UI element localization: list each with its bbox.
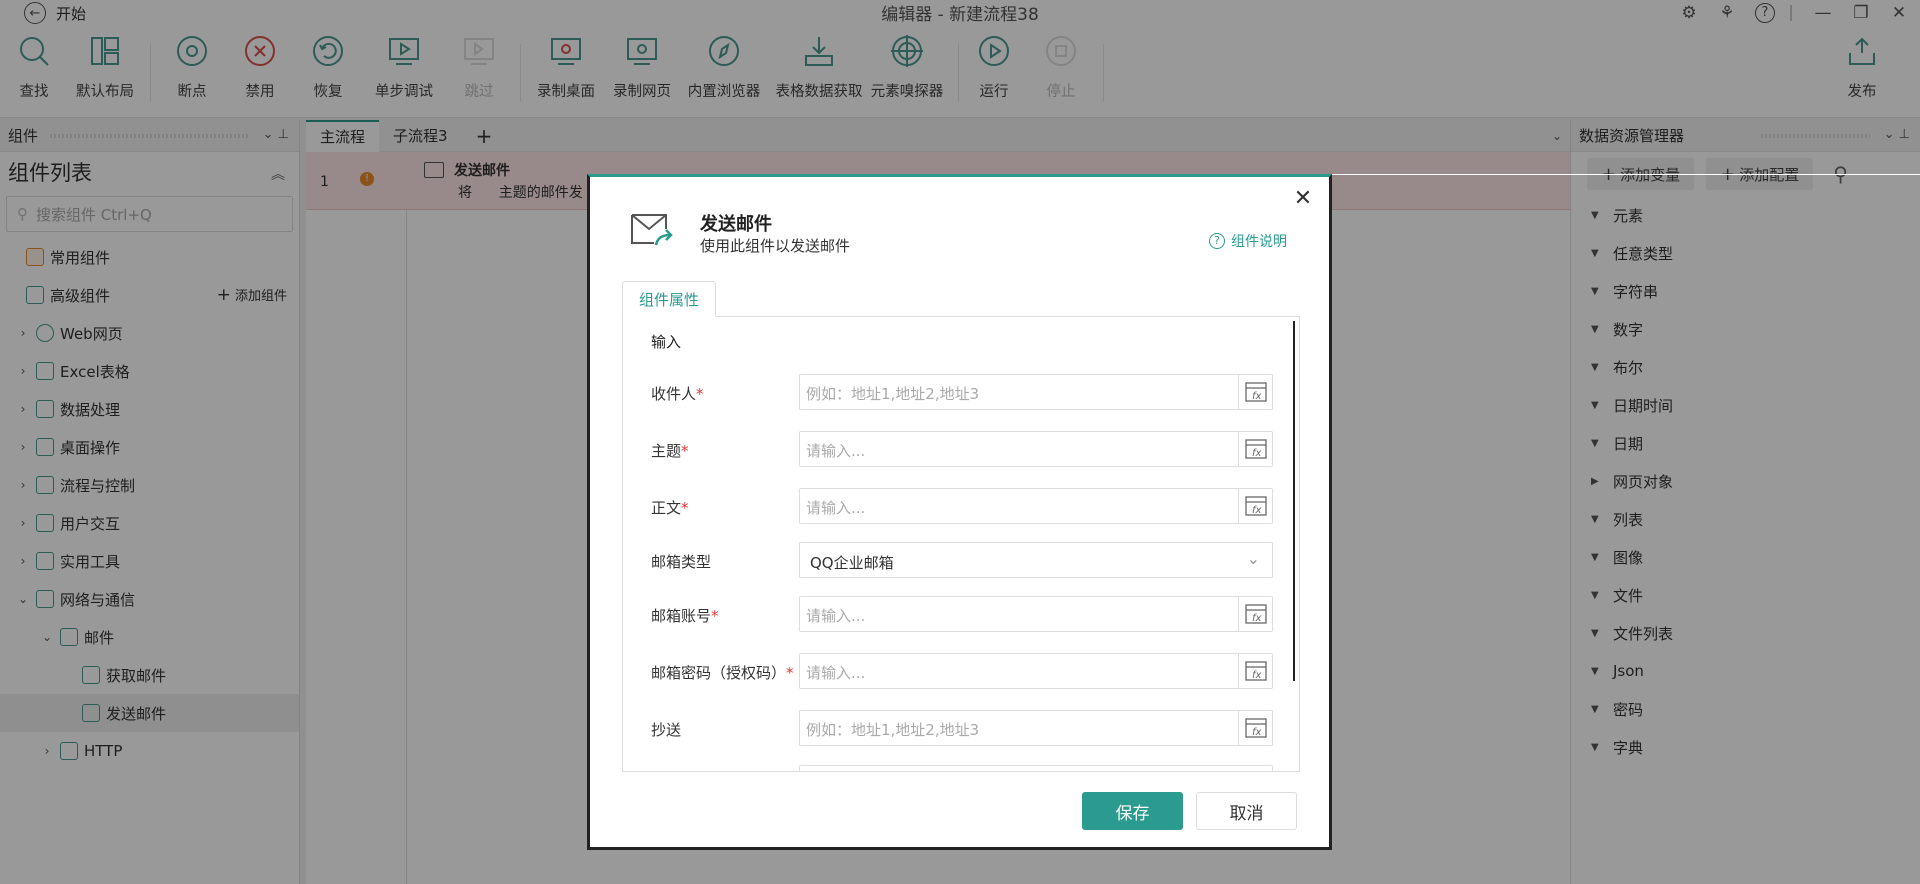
cc-row: 抄送 例如：地址1,地址2,地址3 fx bbox=[651, 710, 1273, 746]
svg-text:fx: fx bbox=[1252, 391, 1262, 402]
expression-icon[interactable]: fx bbox=[1238, 654, 1272, 688]
required-mark: * bbox=[681, 442, 689, 460]
tab-component-properties[interactable]: 组件属性 bbox=[622, 281, 717, 317]
subject-row: 主题* 请输入... fx bbox=[651, 431, 1273, 467]
send-mail-dialog: ✕ 发送邮件 使用此组件以发送邮件 ? 组件说明 组件属性 输入 收件人* 例如… bbox=[587, 174, 1332, 850]
svg-text:fx: fx bbox=[1252, 448, 1262, 459]
dialog-title: 发送邮件 bbox=[700, 214, 772, 235]
field-label-text: 主题 bbox=[651, 442, 682, 460]
field-label: 邮箱账号* bbox=[651, 605, 719, 626]
svg-text:fx: fx bbox=[1252, 505, 1262, 516]
svg-text:fx: fx bbox=[1252, 670, 1262, 681]
close-icon[interactable]: ✕ bbox=[1291, 187, 1315, 211]
expression-icon[interactable]: fx bbox=[1238, 432, 1272, 466]
field-label-text: 邮箱密码（授权码） bbox=[651, 664, 787, 682]
selected-value: QQ企业邮箱 bbox=[810, 554, 894, 572]
recipient-row: 收件人* 例如：地址1,地址2,地址3 fx bbox=[651, 374, 1273, 410]
chevron-down-icon: ⌄ bbox=[1246, 549, 1260, 568]
field-placeholder: 例如：地址1,地址2,地址3 bbox=[806, 385, 980, 403]
mail-password-row: 邮箱密码（授权码）* 请输入... fx bbox=[651, 653, 1273, 689]
field-placeholder: 请输入... bbox=[806, 607, 866, 625]
mail-account-row: 邮箱账号* 请输入... fx bbox=[651, 596, 1273, 632]
required-mark: * bbox=[786, 664, 794, 682]
expression-icon[interactable]: fx bbox=[1238, 597, 1272, 631]
field-label: 邮箱类型 bbox=[651, 551, 711, 572]
field-placeholder: 例如：地址1,地址2,地址3 bbox=[806, 721, 980, 739]
mail-password-input[interactable]: 请输入... fx bbox=[799, 653, 1273, 689]
divider bbox=[1332, 174, 1920, 175]
recipient-input[interactable]: 例如：地址1,地址2,地址3 fx bbox=[799, 374, 1273, 410]
field-placeholder: 请输入... bbox=[806, 442, 866, 460]
mail-account-input[interactable]: 请输入... fx bbox=[799, 596, 1273, 632]
field-label-text: 邮箱类型 bbox=[651, 553, 712, 571]
field-label-text: 收件人 bbox=[651, 385, 697, 403]
field-label: 邮箱密码（授权码）* bbox=[651, 662, 794, 683]
required-mark: * bbox=[681, 499, 689, 517]
svg-text:fx: fx bbox=[1252, 727, 1262, 738]
required-mark: * bbox=[711, 607, 719, 625]
next-field-row bbox=[651, 765, 1273, 771]
mail-type-select[interactable]: QQ企业邮箱 ⌄ bbox=[799, 542, 1273, 578]
cc-input[interactable]: 例如：地址1,地址2,地址3 fx bbox=[799, 710, 1273, 746]
field-placeholder: 请输入... bbox=[806, 664, 866, 682]
body-row: 正文* 请输入... fx bbox=[651, 488, 1273, 524]
dialog-subtitle: 使用此组件以发送邮件 bbox=[700, 237, 851, 255]
field-label: 主题* bbox=[651, 440, 689, 461]
next-field-input[interactable] bbox=[799, 765, 1273, 771]
expression-icon[interactable]: fx bbox=[1238, 711, 1272, 745]
field-label: 收件人* bbox=[651, 383, 704, 404]
mail-type-row: 邮箱类型 QQ企业邮箱 ⌄ bbox=[651, 542, 1273, 578]
required-mark: * bbox=[696, 385, 704, 403]
field-label-text: 抄送 bbox=[651, 721, 682, 739]
save-button[interactable]: 保存 bbox=[1082, 792, 1183, 830]
field-label: 抄送 bbox=[651, 719, 681, 740]
mail-send-icon bbox=[631, 214, 673, 246]
help-label: 组件说明 bbox=[1231, 234, 1287, 250]
properties-form: 输入 收件人* 例如：地址1,地址2,地址3 fx 主题* 请输入... fx … bbox=[622, 316, 1300, 772]
field-placeholder: 请输入... bbox=[806, 499, 866, 517]
component-help-link[interactable]: ? 组件说明 bbox=[1209, 231, 1287, 251]
svg-text:fx: fx bbox=[1252, 613, 1262, 624]
subject-input[interactable]: 请输入... fx bbox=[799, 431, 1273, 467]
expression-icon[interactable]: fx bbox=[1238, 489, 1272, 523]
field-label: 正文* bbox=[651, 497, 689, 518]
expression-icon[interactable]: fx bbox=[1238, 375, 1272, 409]
cancel-button[interactable]: 取消 bbox=[1196, 792, 1297, 830]
field-label-text: 邮箱账号 bbox=[651, 607, 712, 625]
help-icon: ? bbox=[1209, 233, 1225, 249]
field-label-text: 正文 bbox=[651, 499, 682, 517]
body-input[interactable]: 请输入... fx bbox=[799, 488, 1273, 524]
section-title: 输入 bbox=[651, 333, 682, 351]
scrollbar[interactable] bbox=[1293, 321, 1295, 681]
